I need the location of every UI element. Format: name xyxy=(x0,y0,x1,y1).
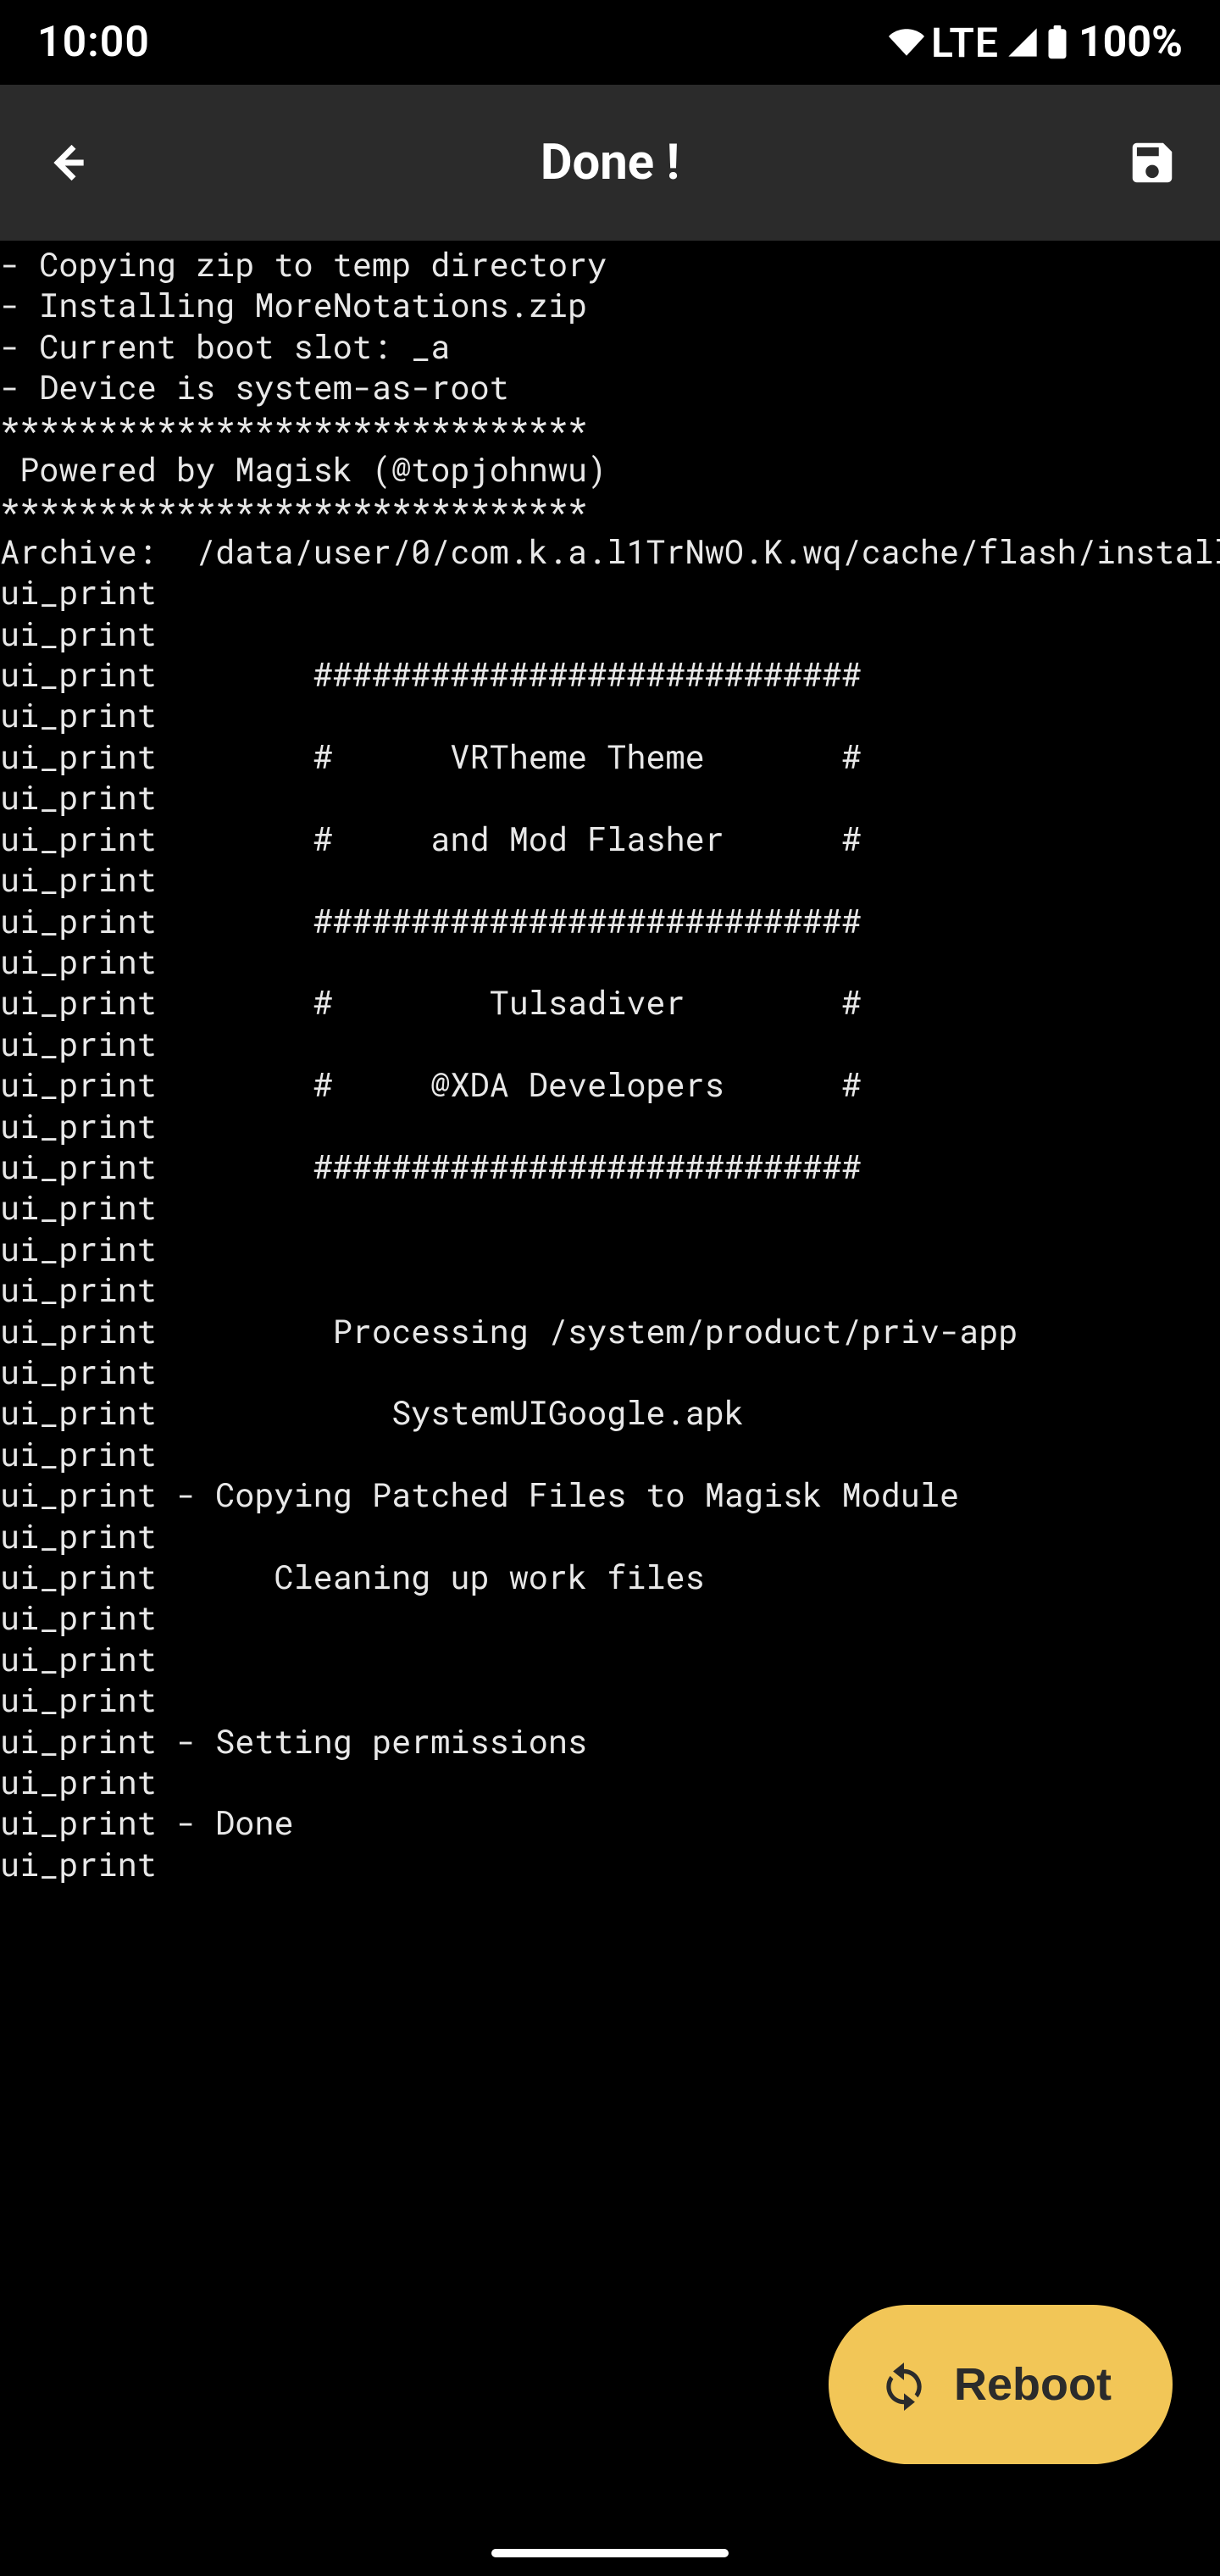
status-bar: 10:00 LTE 100% xyxy=(0,0,1220,85)
status-right: LTE 100% xyxy=(889,18,1183,67)
nav-gesture-pill[interactable] xyxy=(491,2549,729,2557)
back-button[interactable] xyxy=(37,132,98,193)
app-bar: Done ! xyxy=(0,85,1220,241)
battery-icon xyxy=(1046,25,1068,60)
reboot-button[interactable]: Reboot xyxy=(829,2305,1173,2464)
wifi-icon xyxy=(889,25,924,60)
reboot-label: Reboot xyxy=(954,2358,1112,2411)
signal-icon xyxy=(1006,25,1040,59)
flash-log[interactable]: - Copying zip to temp directory - Instal… xyxy=(0,241,1220,1885)
status-time: 10:00 xyxy=(37,18,150,67)
reboot-icon xyxy=(878,2358,930,2411)
battery-percent: 100% xyxy=(1079,18,1183,67)
status-icons: LTE xyxy=(889,19,1068,67)
save-button[interactable] xyxy=(1122,132,1183,193)
save-icon xyxy=(1126,136,1178,189)
lte-label: LTE xyxy=(931,19,999,67)
back-arrow-icon xyxy=(44,139,92,186)
app-title: Done ! xyxy=(98,134,1122,192)
